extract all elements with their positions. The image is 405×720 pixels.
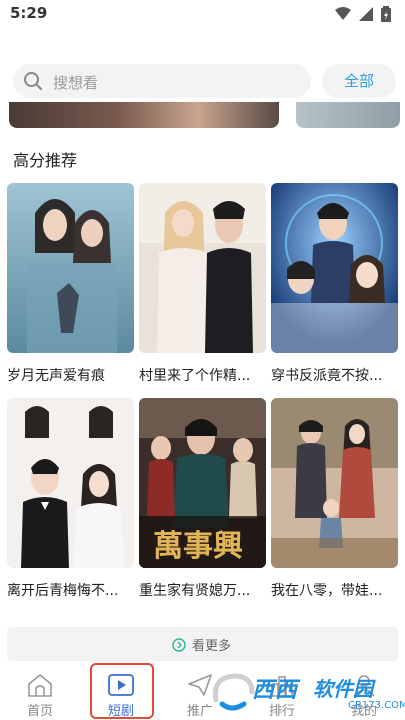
section-title: 高分推荐 [13, 151, 78, 170]
all-button[interactable]: 全部 [322, 64, 396, 98]
drama-title: 村里来了个作精... [139, 368, 251, 384]
drama-title: 重生家有贤媳万... [139, 583, 251, 599]
drama-poster [271, 398, 398, 568]
drama-poster: 萬事興 [139, 398, 266, 568]
drama-title: 穿书反派竟不按... [271, 368, 383, 384]
battery-icon [381, 6, 391, 22]
status-time: 5:29 [10, 4, 48, 22]
search-placeholder: 搜想看 [53, 74, 99, 92]
see-more-button[interactable]: 看更多 [7, 627, 398, 661]
tab-home[interactable]: 首页 [4, 662, 76, 720]
see-more-content: 看更多 [172, 635, 231, 654]
watermark-text: 西西 [252, 678, 299, 703]
drama-poster [271, 183, 398, 353]
see-more-label: 看更多 [192, 639, 232, 654]
drama-poster [139, 183, 266, 353]
watermark-text-2: 软件园 [313, 677, 373, 701]
signal-icon [359, 7, 373, 21]
drama-title: 离开后青梅悔不... [7, 583, 119, 599]
search-icon [24, 72, 42, 90]
drama-poster [7, 398, 134, 568]
status-bar: 5:29 [0, 0, 405, 28]
poster-logo-text: 萬事興 [153, 529, 243, 564]
tab-home-label: 首页 [26, 704, 53, 719]
drama-poster [7, 183, 134, 353]
active-tab-highlight [90, 663, 154, 719]
carousel-card[interactable] [296, 102, 400, 128]
carousel-peek [0, 102, 405, 130]
search-input[interactable]: 搜想看 [13, 64, 311, 98]
chevron-right-circle-icon [172, 637, 186, 652]
carousel-card[interactable] [9, 102, 279, 128]
site-watermark-logo: 西西 软件园 CR173.COM [208, 668, 405, 718]
watermark-url: CR173.COM [348, 700, 405, 711]
drama-title: 岁月无声爱有痕 [7, 368, 105, 384]
search-row: 搜想看 全部 [0, 60, 405, 102]
watermark-swirl-icon [212, 673, 255, 711]
drama-title: 我在八零，带娃... [271, 583, 383, 599]
home-icon [28, 674, 52, 697]
status-icons [335, 6, 391, 22]
wifi-icon [335, 7, 351, 20]
